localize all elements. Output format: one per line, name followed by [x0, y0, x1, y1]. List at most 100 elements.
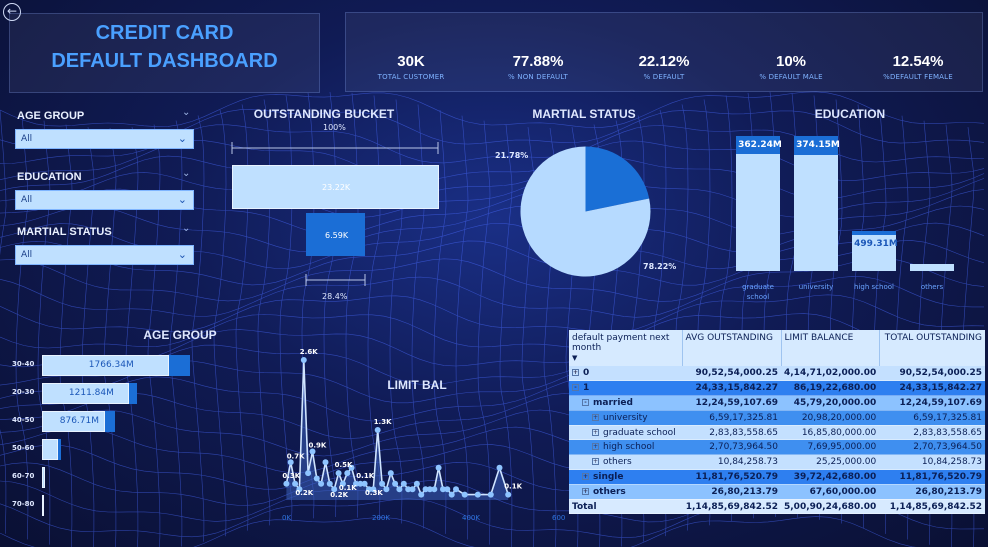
kpi-label: % DEFAULT MALE: [759, 73, 823, 81]
kpi-label: % DEFAULT: [643, 73, 685, 81]
limit-bal-point[interactable]: [396, 486, 403, 493]
education-title: EDUCATION: [814, 107, 886, 121]
wave-line: [213, 109, 227, 537]
matrix-cell-total: 24,33,15,842.27: [879, 380, 985, 397]
matrix-cell-limit: 67,60,000.00: [781, 484, 880, 500]
age-group-bar-default-segment[interactable]: [168, 355, 191, 376]
education-bar[interactable]: [794, 136, 838, 271]
matrix-row[interactable]: + high school 2,70,73,964.50 7,69,95,000.00…: [569, 439, 985, 456]
limit-bal-point[interactable]: [505, 491, 512, 498]
limit-bal-point[interactable]: [300, 357, 307, 363]
matrix-row[interactable]: + others 10,84,258.73 25,25,000.00 10,84,258…: [569, 454, 985, 471]
limit-bal-point[interactable]: [409, 486, 416, 493]
limit-bal-point[interactable]: [453, 486, 459, 493]
matrix-header-group[interactable]: default payment next month ▼: [569, 330, 683, 366]
matrix-header-limit[interactable]: LIMIT BALANCE: [781, 330, 880, 366]
limit-bal-point[interactable]: [418, 491, 425, 498]
matrix-cell-total: 2,83,83,558.65: [879, 425, 985, 441]
limit-bal-point[interactable]: [474, 491, 481, 498]
default-payment-matrix: default payment next month ▼ AVG OUTSTAND…: [569, 330, 985, 515]
age-group-bar[interactable]: [42, 467, 45, 488]
limit-bal-point[interactable]: [292, 480, 299, 487]
expand-icon[interactable]: +: [572, 369, 579, 377]
limit-bal-point[interactable]: [305, 470, 312, 477]
limit-bal-point[interactable]: [322, 459, 329, 466]
limit-bal-point[interactable]: [461, 491, 468, 498]
education-bar[interactable]: [910, 264, 954, 271]
matrix-row-label: others: [593, 486, 626, 497]
matrix-cell-limit: 5,00,90,24,680.00: [781, 499, 880, 515]
matrix-row[interactable]: +0 90,52,54,000.25 4,14,71,02,000.00 90,52,…: [569, 366, 985, 382]
kpi-label: % NON DEFAULT: [507, 73, 568, 81]
limit-bal-point[interactable]: [448, 491, 455, 498]
age-group-bar[interactable]: [42, 495, 44, 516]
matrix-row[interactable]: - married 12,24,59,107.69 45,79,20,000.00 12…: [569, 395, 985, 411]
education-bar-label: 499.31M: [854, 238, 898, 249]
matrix-row[interactable]: + single 11,81,76,520.79 39,72,42,680.00 11,…: [569, 469, 985, 485]
education-bar[interactable]: [736, 136, 780, 271]
collapse-icon[interactable]: -: [572, 384, 579, 392]
limit-bal-point[interactable]: [413, 480, 420, 487]
age-group-bar-default-segment[interactable]: [58, 439, 62, 460]
martial-status-dropdown[interactable]: All ⌄: [15, 245, 194, 265]
limit-bal-data-label: 0.9K: [309, 442, 327, 450]
limit-bal-point[interactable]: [496, 464, 503, 471]
chevron-down-icon[interactable]: ⌄: [182, 223, 190, 234]
limit-bal-point[interactable]: [392, 480, 399, 487]
limit-bal-data-label: 0.2K: [330, 491, 348, 499]
limit-bal-point[interactable]: [361, 480, 368, 487]
matrix-row-label: Total: [572, 501, 597, 512]
matrix-header-total[interactable]: TOTAL OUTSTANDING: [879, 330, 985, 366]
matrix-row[interactable]: Total 1,14,85,69,842.52 5,00,90,24,680.00 1…: [569, 499, 985, 515]
matrix-row[interactable]: + university 6,59,17,325.81 20,98,20,000.00…: [569, 410, 985, 426]
limit-bal-point[interactable]: [313, 475, 320, 482]
age-group-bar[interactable]: [42, 439, 59, 460]
matrix-cell-limit: 45,79,20,000.00: [781, 395, 880, 411]
wave-line: [0, 109, 7, 534]
limit-bal-point[interactable]: [318, 480, 325, 487]
collapse-icon[interactable]: -: [582, 398, 589, 406]
kpi-default-female: 12.54% %DEFAULT FEMALE: [858, 53, 978, 81]
expand-icon[interactable]: +: [592, 428, 599, 436]
limit-bal-data-label: 0.3K: [365, 489, 383, 497]
expand-icon[interactable]: +: [582, 487, 589, 495]
education-bar[interactable]: [852, 230, 896, 271]
education-category-label: high school: [854, 283, 894, 291]
age-group-bar-default-segment[interactable]: [128, 383, 138, 404]
limit-bal-point[interactable]: [383, 486, 390, 493]
wave-line: [257, 99, 271, 526]
expand-icon[interactable]: +: [592, 458, 599, 466]
limit-bal-point[interactable]: [335, 470, 342, 477]
age-group-row-label: 60-70: [12, 472, 35, 480]
limit-bal-point[interactable]: [444, 486, 451, 493]
education-dropdown[interactable]: All ⌄: [15, 190, 194, 210]
limit-bal-point[interactable]: [387, 470, 394, 477]
education-bar-default-segment[interactable]: [852, 230, 896, 235]
matrix-cell-limit: 25,25,000.00: [781, 454, 880, 471]
limit-bal-point[interactable]: [400, 480, 407, 487]
title-panel: CREDIT CARD DEFAULT DASHBOARD: [9, 13, 320, 93]
expand-icon[interactable]: +: [592, 443, 599, 451]
pie-label-small: 21.78%: [495, 151, 529, 160]
chevron-down-icon[interactable]: ⌄: [182, 168, 190, 179]
limit-bal-point[interactable]: [283, 480, 290, 487]
expand-icon[interactable]: +: [592, 413, 599, 421]
matrix-cell-avg: 10,84,258.73: [682, 454, 781, 471]
limit-bal-point[interactable]: [326, 480, 333, 487]
matrix-cell-total: 2,70,73,964.50: [879, 439, 985, 456]
martial-status-pie: [520, 146, 651, 277]
limit-bal-point[interactable]: [431, 486, 438, 493]
age-group-dropdown[interactable]: All ⌄: [15, 129, 194, 149]
limit-bal-point[interactable]: [344, 470, 351, 477]
limit-bal-point[interactable]: [435, 464, 442, 471]
limit-bal-point[interactable]: [374, 427, 381, 433]
kpi-panel: 30K TOTAL CUSTOMER 77.88% % NON DEFAULT …: [345, 12, 983, 92]
chevron-down-icon[interactable]: ⌄: [182, 107, 190, 118]
matrix-row[interactable]: -1 24,33,15,842.27 86,19,22,680.00 24,33,15…: [569, 380, 985, 397]
limit-bal-point[interactable]: [379, 480, 386, 487]
limit-bal-point[interactable]: [487, 491, 494, 498]
matrix-header-avg[interactable]: AVG OUTSTANDING: [682, 330, 782, 366]
expand-icon[interactable]: +: [582, 472, 589, 480]
matrix-row[interactable]: + others 26,80,213.79 67,60,000.00 26,80,213…: [569, 484, 985, 500]
matrix-row[interactable]: + graduate school 2,83,83,558.65 16,85,80,0…: [569, 425, 985, 441]
